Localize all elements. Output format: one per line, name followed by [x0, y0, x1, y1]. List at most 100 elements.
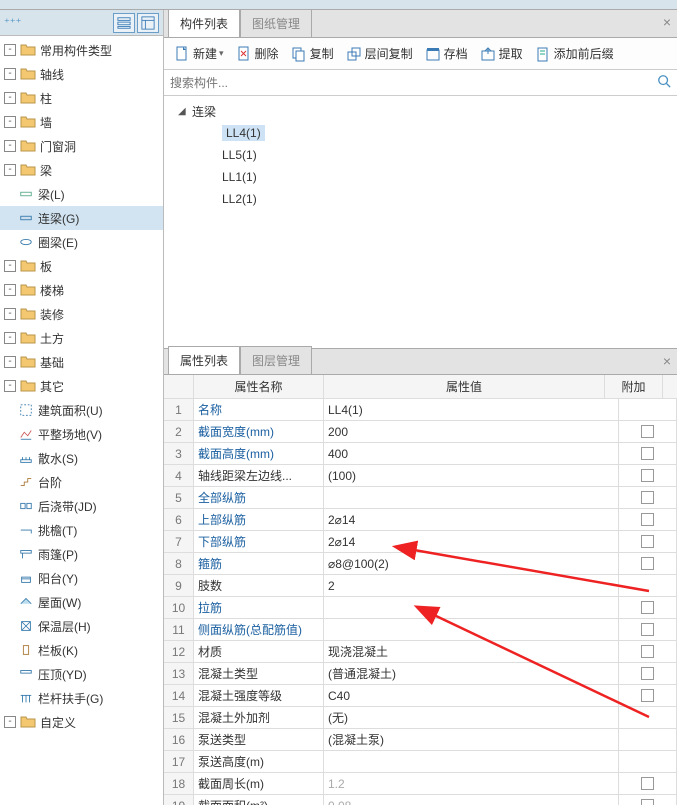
property-row[interactable]: 10拉筋 — [164, 597, 677, 619]
prop-value[interactable] — [324, 751, 619, 772]
prop-value[interactable]: 1.2 — [324, 773, 619, 794]
prop-extra[interactable] — [619, 707, 677, 728]
property-table[interactable]: 属性名称 属性值 附加 1名称LL4(1)2截面宽度(mm)2003截面高度(m… — [164, 375, 677, 805]
tree-item[interactable]: 栏杆扶手(G) — [0, 686, 163, 710]
component-item[interactable]: LL1(1) — [164, 166, 677, 188]
prop-value[interactable]: 0.08 — [324, 795, 619, 805]
prop-extra[interactable] — [619, 685, 677, 706]
prop-value[interactable] — [324, 597, 619, 618]
category-tree[interactable]: -常用构件类型-轴线-柱-墙-门窗洞-梁梁(L)连梁(G)圈梁(E)-板-楼梯-… — [0, 36, 163, 805]
prop-extra[interactable] — [619, 443, 677, 464]
checkbox[interactable] — [641, 645, 654, 658]
prop-value[interactable]: 2⌀14 — [324, 531, 619, 552]
tree-item[interactable]: -梁 — [0, 158, 163, 182]
checkbox[interactable] — [641, 601, 654, 614]
tab-property-list[interactable]: 属性列表 — [168, 346, 240, 374]
prop-value[interactable]: LL4(1) — [324, 399, 619, 420]
archive-button[interactable]: 存档 — [419, 42, 474, 65]
tree-item[interactable]: 散水(S) — [0, 446, 163, 470]
toggle-icon[interactable]: - — [4, 140, 16, 152]
checkbox[interactable] — [641, 469, 654, 482]
prop-value[interactable] — [324, 487, 619, 508]
property-row[interactable]: 5全部纵筋 — [164, 487, 677, 509]
property-row[interactable]: 12材质现浇混凝土 — [164, 641, 677, 663]
component-root[interactable]: ◢连梁 — [164, 100, 677, 122]
property-row[interactable]: 16泵送类型(混凝土泵) — [164, 729, 677, 751]
toggle-icon[interactable]: - — [4, 92, 16, 104]
toggle-icon[interactable]: - — [4, 716, 16, 728]
tree-item[interactable]: 挑檐(T) — [0, 518, 163, 542]
tree-item[interactable]: -自定义 — [0, 710, 163, 734]
tab-layer-mgmt[interactable]: 图层管理 — [240, 346, 312, 374]
toggle-icon[interactable]: - — [4, 284, 16, 296]
prop-value[interactable]: ⌀8@100(2) — [324, 553, 619, 574]
tree-item[interactable]: 台阶 — [0, 470, 163, 494]
tree-item[interactable]: -常用构件类型 — [0, 38, 163, 62]
property-row[interactable]: 1名称LL4(1) — [164, 399, 677, 421]
property-row[interactable]: 7下部纵筋2⌀14 — [164, 531, 677, 553]
property-row[interactable]: 14混凝土强度等级C40 — [164, 685, 677, 707]
search-input[interactable] — [170, 76, 657, 90]
prop-extra[interactable] — [619, 509, 677, 530]
tree-item[interactable]: -板 — [0, 254, 163, 278]
extract-button[interactable]: 提取 — [474, 42, 529, 65]
prefix-button[interactable]: 添加前后缀 — [529, 42, 620, 65]
prop-value[interactable]: (100) — [324, 465, 619, 486]
property-row[interactable]: 6上部纵筋2⌀14 — [164, 509, 677, 531]
property-row[interactable]: 13混凝土类型(普通混凝土) — [164, 663, 677, 685]
property-row[interactable]: 9肢数2 — [164, 575, 677, 597]
prop-extra[interactable] — [619, 465, 677, 486]
close-icon[interactable]: × — [663, 353, 671, 369]
tree-item[interactable]: 压顶(YD) — [0, 662, 163, 686]
tree-item[interactable]: 平整场地(V) — [0, 422, 163, 446]
component-item[interactable]: LL4(1) — [164, 122, 677, 144]
prop-extra[interactable] — [619, 751, 677, 772]
tab-drawing-mgmt[interactable]: 图纸管理 — [240, 9, 312, 37]
checkbox[interactable] — [641, 777, 654, 790]
tree-item[interactable]: -土方 — [0, 326, 163, 350]
property-row[interactable]: 8箍筋⌀8@100(2) — [164, 553, 677, 575]
component-item[interactable]: LL5(1) — [164, 144, 677, 166]
prop-extra[interactable] — [619, 795, 677, 805]
tree-item[interactable]: 建筑面积(U) — [0, 398, 163, 422]
toggle-icon[interactable]: - — [4, 380, 16, 392]
checkbox[interactable] — [641, 447, 654, 460]
prop-value[interactable] — [324, 619, 619, 640]
prop-extra[interactable] — [619, 597, 677, 618]
prop-extra[interactable] — [619, 531, 677, 552]
toggle-icon[interactable]: - — [4, 332, 16, 344]
tree-item[interactable]: -门窗洞 — [0, 134, 163, 158]
tree-item[interactable]: -柱 — [0, 86, 163, 110]
tab-component-list[interactable]: 构件列表 — [168, 9, 240, 37]
tree-item[interactable]: 连梁(G) — [0, 206, 163, 230]
tree-item[interactable]: -其它 — [0, 374, 163, 398]
delete-button[interactable]: 删除 — [230, 42, 285, 65]
property-row[interactable]: 17泵送高度(m) — [164, 751, 677, 773]
toggle-icon[interactable]: - — [4, 68, 16, 80]
prop-value[interactable]: C40 — [324, 685, 619, 706]
prop-extra[interactable] — [619, 421, 677, 442]
prop-extra[interactable] — [619, 575, 677, 596]
tree-item[interactable]: 阳台(Y) — [0, 566, 163, 590]
prop-extra[interactable] — [619, 399, 677, 420]
prop-value[interactable]: (无) — [324, 707, 619, 728]
checkbox[interactable] — [641, 513, 654, 526]
prop-extra[interactable] — [619, 619, 677, 640]
checkbox[interactable] — [641, 425, 654, 438]
toggle-icon[interactable]: - — [4, 116, 16, 128]
view-list-button[interactable] — [113, 13, 135, 33]
toggle-icon[interactable]: - — [4, 44, 16, 56]
checkbox[interactable] — [641, 623, 654, 636]
layer-copy-button[interactable]: 层间复制 — [340, 42, 419, 65]
prop-extra[interactable] — [619, 487, 677, 508]
property-row[interactable]: 18截面周长(m)1.2 — [164, 773, 677, 795]
search-icon[interactable] — [657, 74, 671, 91]
prop-value[interactable]: (混凝土泵) — [324, 729, 619, 750]
copy-button[interactable]: 复制 — [285, 42, 340, 65]
property-row[interactable]: 3截面高度(mm)400 — [164, 443, 677, 465]
checkbox[interactable] — [641, 689, 654, 702]
prop-value[interactable]: 2⌀14 — [324, 509, 619, 530]
toggle-icon[interactable]: - — [4, 164, 16, 176]
tree-item[interactable]: 圈梁(E) — [0, 230, 163, 254]
tree-item[interactable]: -墙 — [0, 110, 163, 134]
